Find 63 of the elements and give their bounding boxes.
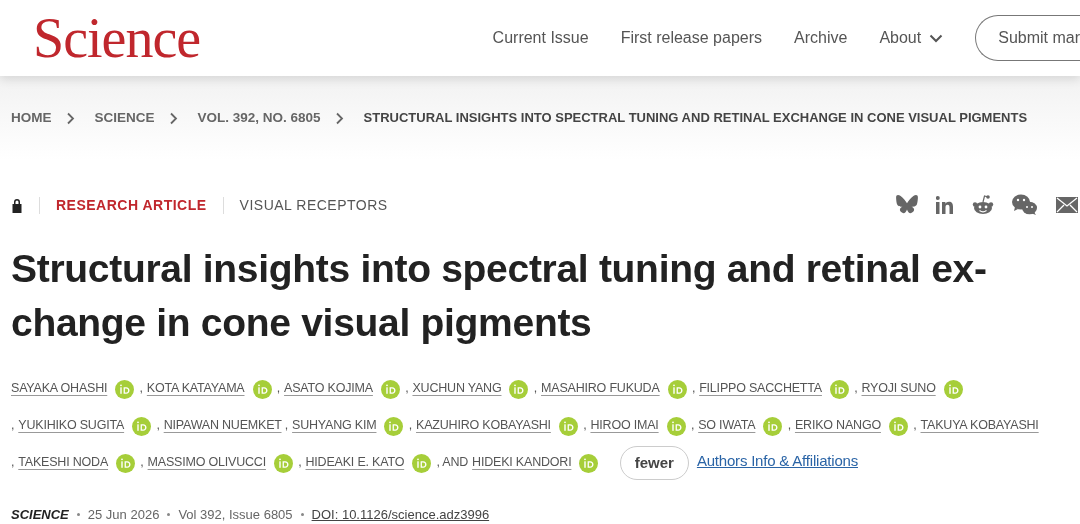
- chevron-right-icon: [65, 111, 75, 125]
- author-link[interactable]: SAYAKA OHASHI: [11, 381, 108, 395]
- breadcrumb-link[interactable]: HOME: [11, 107, 52, 129]
- author-separator: ,: [284, 417, 289, 432]
- author-separator: ,: [11, 455, 15, 470]
- author-separator: ,: [691, 381, 696, 395]
- nav-link[interactable]: Current Issue: [492, 26, 589, 50]
- author-link[interactable]: HIDEAKI E. KATO: [305, 455, 405, 470]
- author-separator: ,: [690, 417, 695, 432]
- chevron-right-icon: [334, 111, 344, 125]
- author-link[interactable]: FILIPPO SACCHETTA: [699, 381, 822, 395]
- author-separator: , AND: [436, 455, 469, 470]
- author-separator: ,: [298, 455, 302, 470]
- author-link[interactable]: YUKIHIKO SUGITA: [18, 417, 125, 432]
- publication-date: 25 Jun 2026: [87, 506, 160, 524]
- email-share-icon[interactable]: [1056, 197, 1078, 213]
- butterfly-share-icon[interactable]: [896, 195, 918, 215]
- chevron-right-icon: [168, 111, 178, 125]
- author-link[interactable]: TAKUYA KOBAYASHI: [920, 417, 1039, 432]
- breadcrumb-link[interactable]: VOL. 392, NO. 6805: [197, 107, 321, 129]
- site-logo[interactable]: Science: [33, 10, 201, 66]
- author-separator: ,: [854, 381, 858, 395]
- author-separator: ,: [156, 417, 160, 432]
- nav-link[interactable]: Archive: [794, 26, 848, 50]
- reddit-share-icon[interactable]: [972, 195, 994, 215]
- author-link[interactable]: MASSIMO OLIVUCCI: [147, 455, 266, 470]
- breadcrumb-link[interactable]: SCIENCE: [94, 107, 155, 129]
- authors-info-link[interactable]: Authors Info & Affiliations: [696, 452, 858, 470]
- author-link[interactable]: HIDEKI KANDORI: [472, 455, 572, 470]
- author-link[interactable]: ERIKO NANGO: [794, 417, 881, 432]
- author-link[interactable]: SO IWATA: [698, 417, 756, 432]
- wechat-share-icon[interactable]: [1012, 194, 1038, 216]
- fewer-button[interactable]: fewer: [619, 446, 689, 481]
- author-separator: ,: [11, 417, 15, 432]
- author-separator: ,: [139, 381, 143, 395]
- author-separator: ,: [276, 381, 281, 395]
- doi-link[interactable]: DOI: 10.1126/science.adz3996: [311, 505, 490, 524]
- author-link[interactable]: KAZUHIRO KOBAYASHI: [416, 417, 551, 432]
- submit-button[interactable]: Submit mar: [975, 15, 1080, 61]
- linkedin-share-icon[interactable]: [936, 196, 954, 214]
- author-link[interactable]: SUHYANG KIM: [292, 417, 377, 432]
- author-separator: ,: [913, 417, 917, 432]
- author-separator: ,: [408, 417, 413, 432]
- author-separator: ,: [405, 381, 409, 395]
- author-separator: ,: [140, 455, 144, 470]
- author-link[interactable]: HIROO IMAI: [590, 417, 659, 432]
- author-separator: ,: [787, 417, 791, 432]
- author-link[interactable]: XUCHUN YANG: [412, 381, 502, 395]
- author-link[interactable]: MASAHIRO FUKUDA: [541, 381, 660, 395]
- article-type[interactable]: RESEARCH ARTICLE: [56, 194, 207, 216]
- author-link[interactable]: NIPAWAN NUEMKET: [163, 417, 282, 432]
- author-link[interactable]: RYOJI SUNO: [861, 381, 936, 395]
- nav-link[interactable]: About: [879, 26, 944, 50]
- journal-name: SCIENCE: [11, 506, 69, 524]
- author-separator: ,: [583, 417, 587, 432]
- author-link[interactable]: TAKESHI NODA: [18, 455, 109, 470]
- nav-link[interactable]: First release papers: [620, 26, 763, 50]
- volume-issue: Vol 392, Issue 6805: [178, 506, 293, 524]
- author-separator: ,: [533, 381, 538, 395]
- article-topic[interactable]: VISUAL RECEPTORS: [239, 194, 388, 216]
- author-link[interactable]: ASATO KOJIMA: [284, 381, 373, 395]
- article-title: Structural insights into spectral tuning and retinal ex-change in cone visual pigments: [11, 246, 988, 346]
- author-link[interactable]: KOTA KATAYAMA: [146, 381, 245, 395]
